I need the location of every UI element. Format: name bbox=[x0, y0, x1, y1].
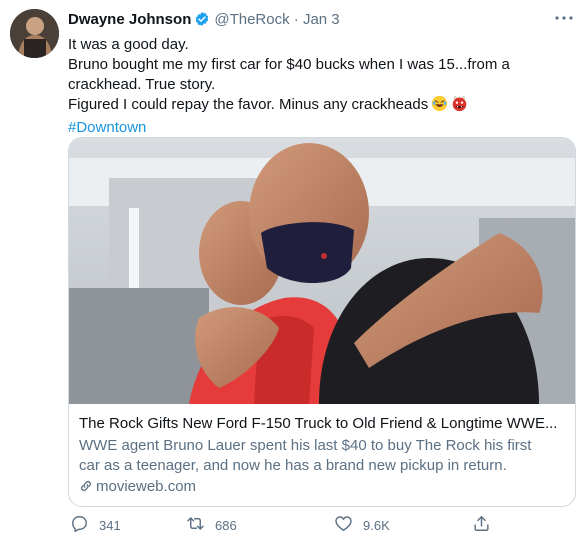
share-button[interactable] bbox=[472, 514, 501, 536]
tweet-line: Figured I could repay the favor. Minus a… bbox=[68, 96, 429, 113]
link-icon bbox=[79, 478, 96, 495]
retweet-button[interactable]: 686 bbox=[186, 514, 237, 536]
avatar[interactable] bbox=[10, 9, 59, 58]
author-handle[interactable]: @TheRock bbox=[214, 11, 289, 28]
laughing-emoji-icon bbox=[431, 95, 448, 118]
card-description: WWE agent Bruno Lauer spent his last $40… bbox=[79, 436, 569, 476]
retweet-count: 686 bbox=[215, 517, 237, 533]
tweet-line: crackhead. True story. bbox=[68, 76, 216, 93]
tweet-line: It was a good day. bbox=[68, 36, 189, 53]
card-domain[interactable]: movieweb.com bbox=[79, 477, 569, 497]
tweet-line: Bruno bought me my first car for $40 buc… bbox=[68, 56, 510, 73]
card-image[interactable] bbox=[69, 138, 575, 404]
like-button[interactable]: 9.6K bbox=[334, 514, 390, 536]
ogre-emoji-icon bbox=[451, 95, 468, 118]
card-description-line: WWE agent Bruno Lauer spent his last $40… bbox=[79, 437, 532, 454]
more-icon[interactable] bbox=[554, 6, 574, 27]
retweet-icon bbox=[186, 514, 215, 536]
reply-button[interactable]: 341 bbox=[70, 514, 121, 536]
link-card[interactable]: The Rock Gifts New Ford F-150 Truck to O… bbox=[68, 137, 576, 507]
card-title[interactable]: The Rock Gifts New Ford F-150 Truck to O… bbox=[79, 414, 569, 434]
tweet-line-with-emoji: Figured I could repay the favor. Minus a… bbox=[68, 95, 568, 118]
card-info: The Rock Gifts New Ford F-150 Truck to O… bbox=[79, 414, 569, 497]
hashtag-link[interactable]: #Downtown bbox=[68, 118, 568, 138]
like-icon bbox=[334, 514, 363, 536]
card-domain-text: movieweb.com bbox=[96, 478, 197, 495]
tweet-text: It was a good day. Bruno bought me my fi… bbox=[68, 35, 568, 138]
card-description-line: car as a teenager, and now he has a bran… bbox=[79, 457, 507, 474]
tweet[interactable]: Dwayne Johnson @TheRock · Jan 3 It was a … bbox=[0, 0, 588, 545]
like-count: 9.6K bbox=[363, 517, 390, 533]
reply-count: 341 bbox=[99, 517, 121, 533]
author-name[interactable]: Dwayne Johnson bbox=[68, 11, 191, 28]
action-bar: 341 686 9.6K bbox=[68, 514, 489, 536]
share-icon bbox=[472, 514, 501, 536]
reply-icon bbox=[70, 514, 99, 536]
separator-dot: · bbox=[293, 11, 299, 28]
tweet-date[interactable]: Jan 3 bbox=[303, 11, 340, 28]
tweet-header: Dwayne Johnson @TheRock · Jan 3 bbox=[68, 10, 340, 33]
verified-badge-icon bbox=[194, 11, 210, 33]
